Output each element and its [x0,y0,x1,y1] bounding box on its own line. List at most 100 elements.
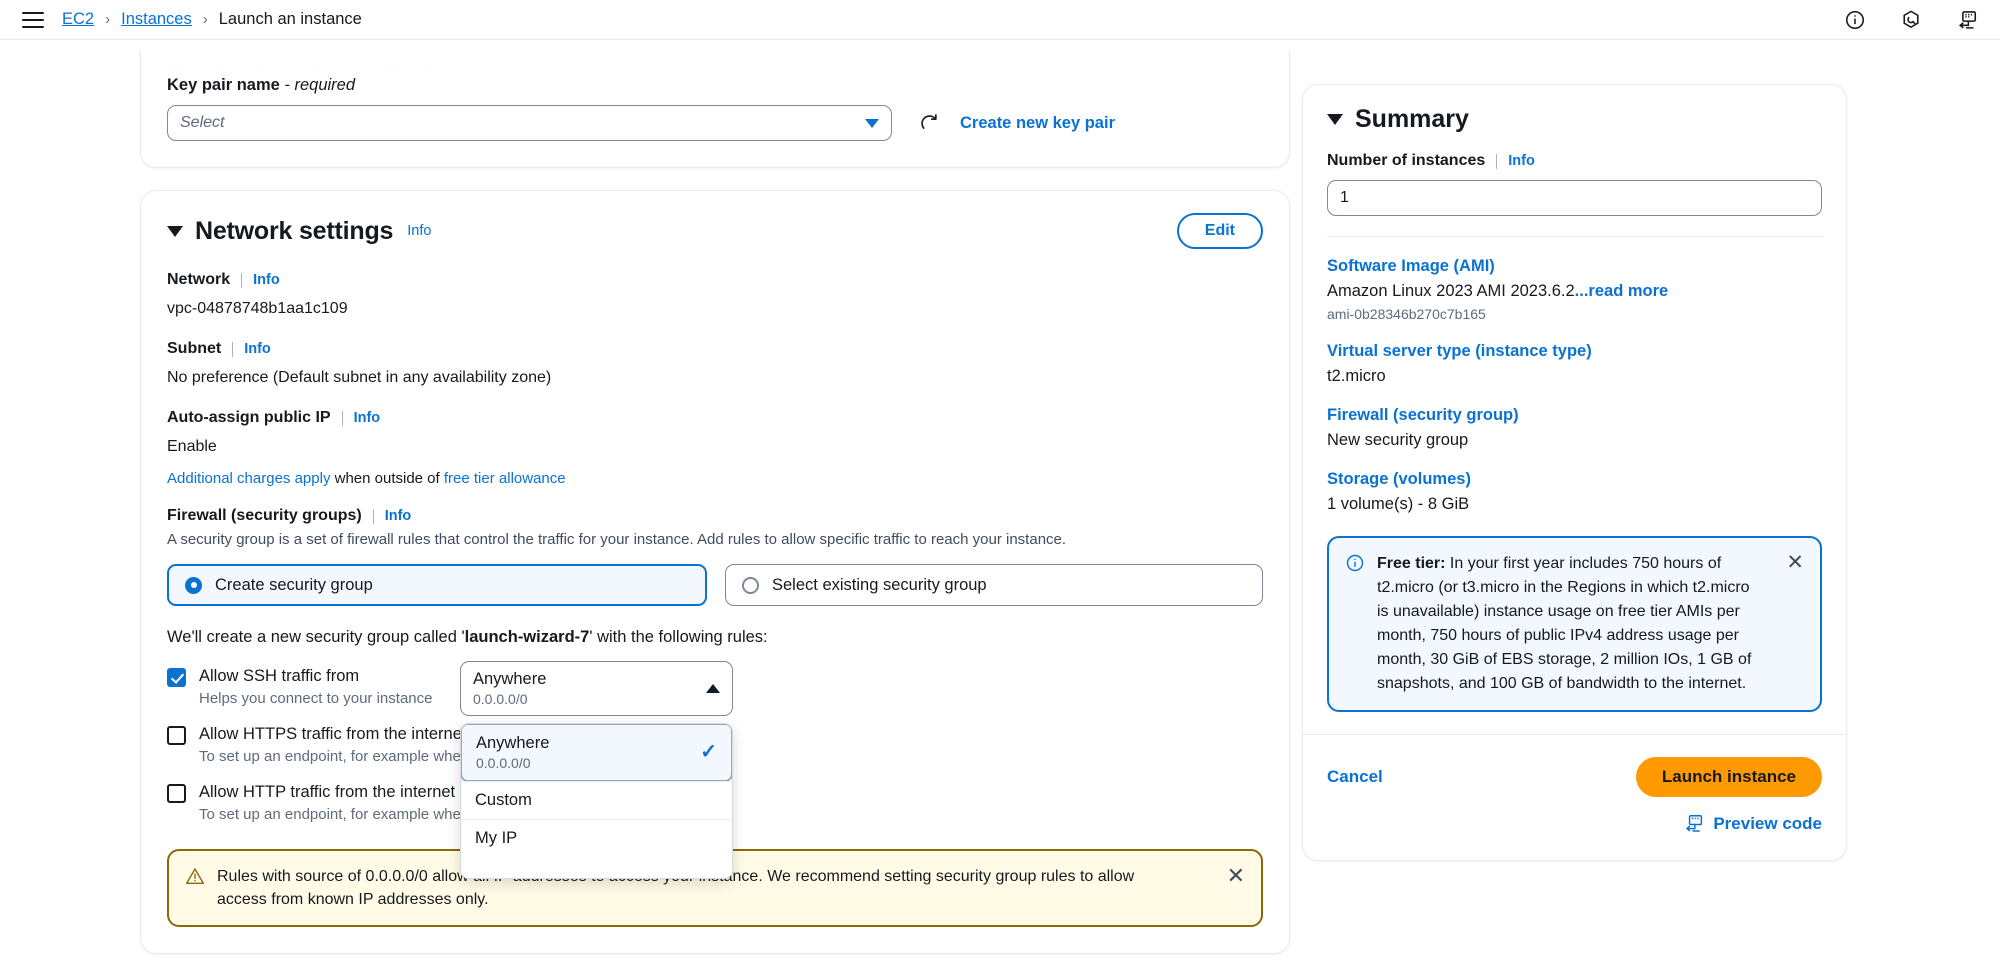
checkbox-allow-http[interactable] [167,784,186,803]
charges-mid-text: when outside of [330,470,444,487]
summary-title: Summary [1355,105,1469,133]
info-circle-icon [1346,554,1364,572]
breadcrumb-item-instances[interactable]: Instances [121,10,192,29]
network-value: vpc-04878748b1aa1c109 [167,300,348,317]
ssh-source-selected-sub: 0.0.0.0/0 [473,690,528,707]
summary-column: Summary Number of instances Info Softwar… [1290,40,2000,971]
auto-assign-ip-value: Enable [167,438,217,455]
free-tier-label: Free tier: [1377,555,1446,572]
create-key-pair-link[interactable]: Create new key pair [960,114,1115,133]
chevron-down-icon [865,118,879,128]
cancel-button[interactable]: Cancel [1327,767,1383,787]
edit-button[interactable]: Edit [1176,213,1263,249]
summary-firewall-heading[interactable]: Firewall (security group) [1327,406,1822,425]
summary-section-instance-type: Virtual server type (instance type) t2.m… [1327,342,1822,386]
divider [372,508,374,524]
summary-panel: Summary Number of instances Info Softwar… [1302,84,1847,861]
close-icon[interactable]: ✕ [1227,865,1245,887]
summary-instance-type-value: t2.micro [1327,367,1386,385]
dropdown-option-custom-label: Custom [475,790,532,809]
breadcrumb-separator: › [105,11,111,28]
summary-firewall-value: New security group [1327,431,1469,449]
radio-select-existing-security-group[interactable]: Select existing security group [725,564,1263,606]
summary-ami-heading[interactable]: Software Image (AMI) [1327,257,1822,276]
hamburger-menu-icon[interactable] [22,11,44,28]
divider [341,410,343,426]
firewall-option-tiles: Create security group Select existing se… [167,564,1263,606]
page-body: ,, , , , ,, , Key pair name - required S… [0,40,2000,971]
read-more-link[interactable]: ...read more [1575,282,1669,300]
network-settings-header: Network settings Info Edit [167,213,1263,249]
breadcrumb-item-ec2[interactable]: EC2 [62,10,94,29]
info-circle-icon[interactable] [1844,9,1866,31]
network-field-label: Network Info [167,271,280,288]
rule-sub-ssh: Helps you connect to your instance [199,690,433,707]
collapse-triangle-icon[interactable] [1327,114,1343,125]
network-settings-panel: Network settings Info Edit Network Info … [140,190,1290,955]
additional-charges-note: Additional charges apply when outside of… [167,470,1263,487]
breadcrumb-separator: › [202,11,208,28]
cropped-text-row: ,, , , , ,, , [169,56,437,68]
dropdown-option-custom[interactable]: Custom [461,780,732,819]
subnet-value: No preference (Default subnet in any ava… [167,369,552,386]
summary-storage-heading[interactable]: Storage (volumes) [1327,470,1822,489]
close-icon[interactable]: ✕ [1786,552,1804,573]
main-form-column: ,, , , , ,, , Key pair name - required S… [0,40,1290,971]
breadcrumb: EC2 › Instances › Launch an instance [62,10,362,29]
cloudshell-icon[interactable] [1956,9,1978,31]
summary-storage-value: 1 volume(s) - 8 GiB [1327,495,1470,513]
number-of-instances-input[interactable] [1327,180,1822,216]
dropdown-option-my-ip[interactable]: My IP [461,818,732,878]
key-pair-placeholder: Select [180,114,225,131]
refresh-icon[interactable] [918,112,940,134]
free-tier-allowance-link[interactable]: free tier allowance [444,470,566,487]
radio-select-existing-label: Select existing security group [772,575,987,594]
key-pair-label: Key pair name - required [167,76,356,94]
summary-body: Summary Number of instances Info Softwar… [1303,85,1846,734]
dropdown-option-anywhere[interactable]: Anywhere 0.0.0.0/0 ✓ [461,723,732,782]
summary-instance-type-heading[interactable]: Virtual server type (instance type) [1327,342,1822,361]
key-pair-required-suffix: - required [284,76,356,94]
checkbox-allow-ssh[interactable] [167,668,186,687]
summary-footer: Cancel Launch instance Preview code [1303,734,1846,860]
divider [1496,153,1498,169]
network-info-link[interactable]: Info [253,272,280,288]
firewall-description: A security group is a set of firewall ru… [167,531,1067,548]
security-group-name-sentence: We'll create a new security group called… [167,628,768,646]
top-navigation-bar: EC2 › Instances › Launch an instance [0,0,2000,40]
free-tier-alert: Free tier: In your first year includes 7… [1327,536,1822,712]
key-pair-panel: ,, , , , ,, , Key pair name - required S… [140,50,1290,168]
radio-create-security-group[interactable]: Create security group [167,564,707,606]
radio-icon-unselected [742,576,759,594]
summary-section-ami: Software Image (AMI) Amazon Linux 2023 A… [1327,257,1822,322]
checkbox-allow-https[interactable] [167,726,186,745]
auto-assign-ip-info-link[interactable]: Info [354,410,381,426]
security-group-name: launch-wizard-7 [464,628,590,646]
divider [232,341,234,357]
preview-code-row[interactable]: Preview code [1327,813,1822,834]
divider [1327,236,1822,237]
subnet-field-label: Subnet Info [167,340,271,357]
ssh-source-dropdown-list: Anywhere 0.0.0.0/0 ✓ Custom My IP [460,722,733,879]
collapse-triangle-icon[interactable] [167,225,183,237]
preview-code-link[interactable]: Preview code [1713,814,1822,834]
launch-instance-button[interactable]: Launch instance [1635,757,1822,797]
auto-assign-ip-label: Auto-assign public IP Info [167,409,381,426]
aws-q-icon[interactable] [1900,9,1922,31]
additional-charges-link[interactable]: Additional charges apply [167,470,330,487]
free-tier-body: In your first year includes 750 hours of… [1377,555,1752,692]
subnet-info-link[interactable]: Info [244,341,271,357]
summary-section-firewall: Firewall (security group) New security g… [1327,406,1822,450]
check-icon: ✓ [700,741,717,764]
firewall-info-link[interactable]: Info [385,508,412,524]
ssh-source-selected-main: Anywhere [473,670,547,688]
code-terminal-icon [1686,815,1703,832]
chevron-up-icon [706,683,720,693]
number-of-instances-info-link[interactable]: Info [1508,153,1535,169]
dropdown-option-anywhere-sub: 0.0.0.0/0 [476,754,531,771]
radio-create-security-group-label: Create security group [215,575,373,594]
topbar-actions [1844,9,1978,31]
ssh-source-dropdown-trigger[interactable]: Anywhere 0.0.0.0/0 [460,661,733,716]
key-pair-select[interactable]: Select [167,105,892,141]
network-settings-info-link[interactable]: Info [407,223,431,239]
